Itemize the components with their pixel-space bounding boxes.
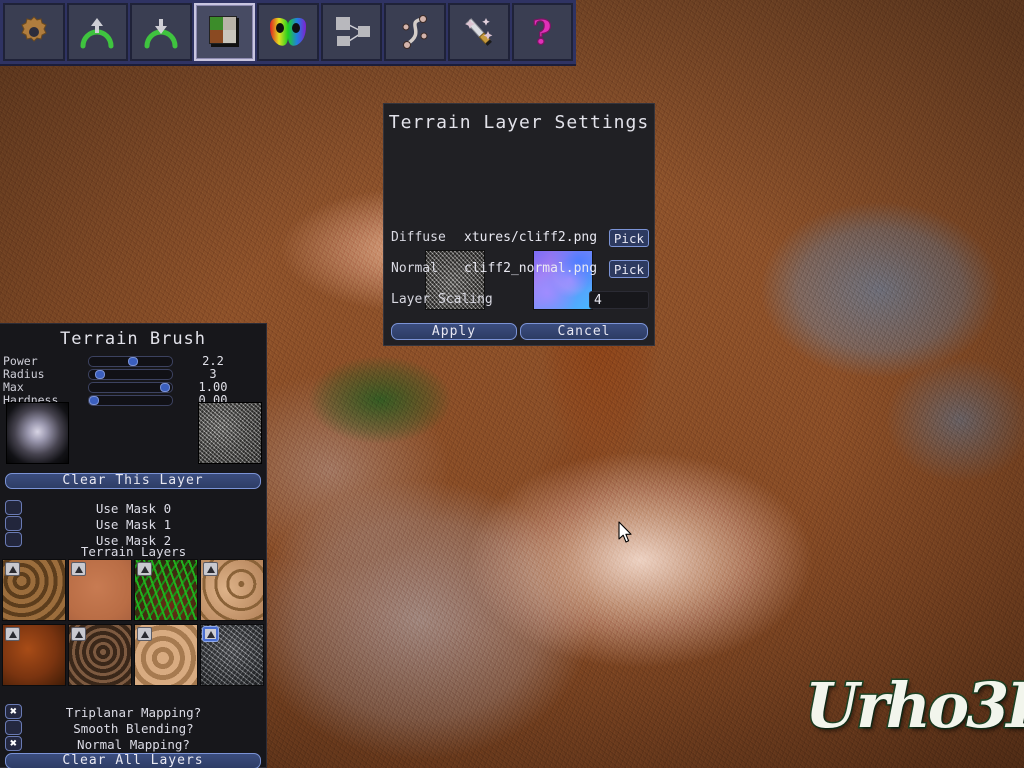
arrow-down-hill-icon	[143, 14, 179, 50]
terrain-layer-settings-dialog: Terrain Layer Settings Diffuse xtures/cl…	[383, 103, 655, 346]
terrain-layer-thumb-4[interactable]	[2, 624, 66, 686]
slider-track-hardness[interactable]	[88, 395, 173, 406]
magic-wand-icon	[461, 14, 497, 50]
terrain-layer-thumb-1[interactable]	[68, 559, 132, 621]
slider-track-power[interactable]	[88, 356, 173, 367]
terrain-layers-heading: Terrain Layers	[80, 544, 187, 559]
terrain-layer-thumb-3[interactable]	[200, 559, 264, 621]
active-layer-texture-preview	[198, 402, 262, 464]
slider-knob-hardness[interactable]	[89, 396, 99, 405]
terrain-brush-panel: Terrain Brush Power 2.2 Radius 3 Max 1.0…	[0, 323, 267, 768]
toolbar-button-color-picker[interactable]	[257, 3, 319, 61]
toolbar-button-terrain-texture[interactable]	[193, 3, 256, 61]
slider-knob-max[interactable]	[160, 383, 170, 392]
toolbar-button-raise-terrain[interactable]	[66, 3, 129, 61]
texture-layers-icon	[205, 13, 243, 51]
layer-up-arrow-icon-4[interactable]	[5, 627, 20, 641]
layer-up-arrow-icon-0[interactable]	[5, 562, 20, 576]
terrain-layer-thumb-5[interactable]	[68, 624, 132, 686]
diffuse-pick-button[interactable]: Pick	[608, 229, 649, 247]
layer-up-arrow-icon-1[interactable]	[71, 562, 86, 576]
terrain-layer-thumb-2[interactable]	[134, 559, 198, 621]
toolbar-button-magic-wand[interactable]	[447, 3, 510, 61]
layer-up-arrow-icon-3[interactable]	[203, 562, 218, 576]
apply-button[interactable]: Apply	[391, 323, 517, 340]
layer-scaling-row: Layer Scaling 4	[384, 289, 656, 311]
clear-all-layers-button[interactable]: Clear All Layers	[5, 753, 261, 768]
arrow-up-hill-icon	[79, 14, 115, 50]
dialog-title: Terrain Layer Settings	[388, 112, 650, 133]
toolbar-button-help[interactable]: ?	[511, 3, 574, 61]
gear-icon	[17, 15, 51, 49]
layer-scaling-input[interactable]: 4	[589, 291, 649, 309]
layer-up-arrow-icon-5[interactable]	[71, 627, 86, 641]
layer-scaling-label: Layer Scaling	[391, 292, 493, 307]
diffuse-path-field[interactable]: xtures/cliff2.png	[464, 227, 610, 249]
normal-path-field[interactable]: cliff2_normal.png	[464, 258, 610, 280]
slider-track-radius[interactable]	[88, 369, 173, 380]
clear-this-layer-button[interactable]: Clear This Layer	[5, 473, 261, 489]
brush-panel-title: Terrain Brush	[59, 329, 207, 349]
diffuse-label: Diffuse	[391, 230, 446, 245]
normal-row: Normal cliff2_normal.png Pick	[384, 258, 656, 280]
smooth-blending-label: Smooth Blending?	[73, 721, 194, 736]
triplanar-mapping-label: Triplanar Mapping?	[65, 705, 202, 720]
toolbar-button-lower-terrain[interactable]	[130, 3, 192, 61]
mask-label-0: Use Mask 0	[95, 501, 172, 516]
diffuse-row: Diffuse xtures/cliff2.png Pick	[384, 227, 656, 249]
svg-text:?: ?	[532, 14, 552, 50]
main-toolbar: ?	[0, 0, 576, 66]
terrain-layer-thumb-6[interactable]	[134, 624, 198, 686]
layer-scaling-value: 4	[594, 293, 602, 308]
terrain-layer-thumb-7[interactable]	[200, 624, 264, 686]
toolbar-button-spline-path[interactable]	[384, 3, 446, 61]
mask-label-1: Use Mask 1	[95, 517, 172, 532]
terrain-layer-thumb-0[interactable]	[2, 559, 66, 621]
spline-curve-icon	[398, 14, 432, 50]
slider-track-max[interactable]	[88, 382, 173, 393]
normal-pick-button[interactable]: Pick	[608, 260, 649, 278]
node-graph-icon	[333, 15, 371, 49]
toolbar-button-node-graph[interactable]	[320, 3, 383, 61]
slider-knob-power[interactable]	[128, 357, 138, 366]
normal-mapping-label: Normal Mapping?	[77, 737, 190, 752]
cancel-button[interactable]: Cancel	[520, 323, 648, 340]
color-mask-icon	[268, 16, 308, 48]
question-mark-icon: ?	[527, 14, 557, 50]
slider-knob-radius[interactable]	[95, 370, 105, 379]
toolbar-button-settings[interactable]	[3, 3, 65, 61]
brush-shape-preview	[6, 402, 69, 464]
layer-up-arrow-icon-2[interactable]	[137, 562, 152, 576]
layer-up-arrow-icon-7[interactable]	[203, 627, 218, 641]
layer-up-arrow-icon-6[interactable]	[137, 627, 152, 641]
normal-label: Normal	[391, 261, 438, 276]
